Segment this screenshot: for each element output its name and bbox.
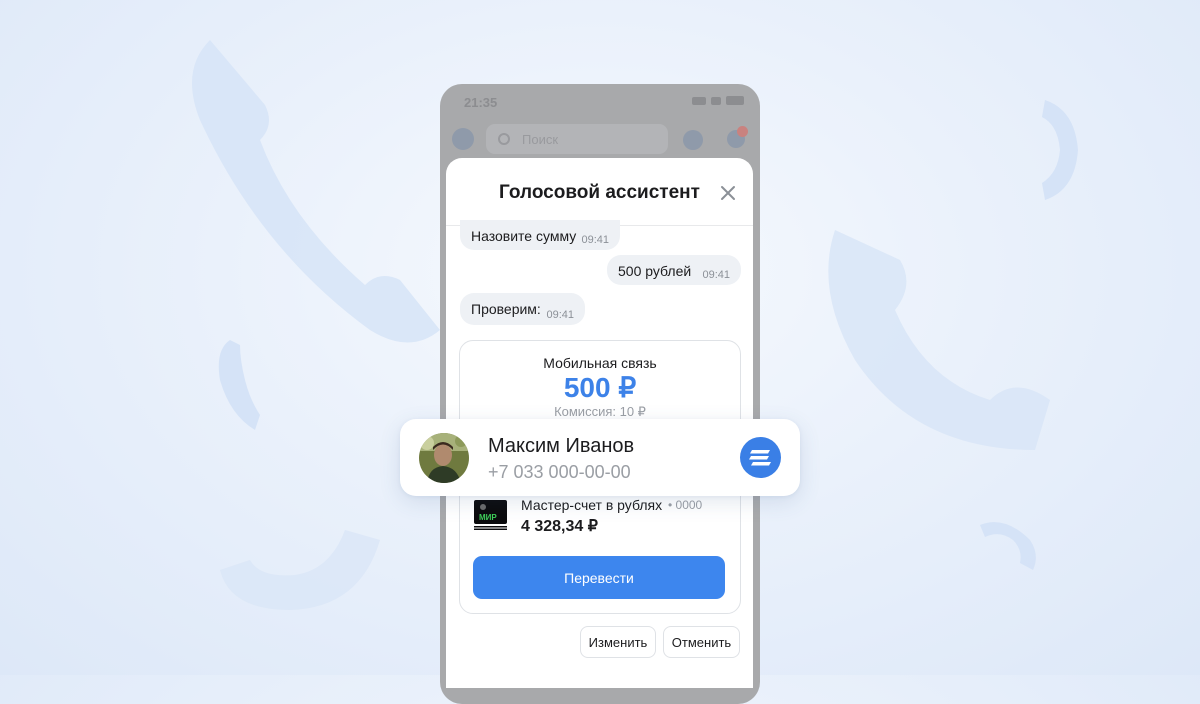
account-name: Мастер-счет в рублях [521, 497, 663, 513]
payment-amount: 500 ₽ [563, 372, 637, 403]
wifi-icon [711, 96, 721, 105]
phone-handset-icon [210, 520, 390, 620]
payment-commission: Комиссия: 10 ₽ [554, 404, 646, 419]
edit-button[interactable]: Изменить [580, 626, 656, 658]
payment-category: Мобильная связь [543, 355, 657, 371]
bank-logo-icon [740, 437, 781, 478]
search-input[interactable]: Поиск [486, 124, 668, 154]
phone-handset-icon [170, 10, 470, 370]
contact-card[interactable]: Максим Иванов +7 033 000-00-00 [400, 419, 800, 496]
profile-avatar-icon[interactable] [452, 128, 474, 150]
search-icon [498, 133, 510, 145]
status-icons [692, 96, 744, 105]
message-text: Назовите сумму [471, 228, 577, 244]
phone-handset-icon [1030, 95, 1090, 205]
gift-icon[interactable] [683, 130, 703, 150]
message-text: 500 рублей [618, 263, 692, 279]
phone-handset-icon [210, 330, 270, 440]
message-text: Проверим: [471, 301, 541, 317]
sheet-title: Голосовой ассистент [499, 182, 700, 203]
chat-message-assistant: Проверим: 09:41 [460, 293, 585, 325]
message-time: 09:41 [702, 269, 730, 281]
account-mask: • 0000 [668, 498, 703, 512]
search-placeholder: Поиск [522, 132, 559, 147]
transfer-button[interactable]: Перевести [473, 556, 725, 599]
phone-handset-icon [975, 515, 1045, 575]
contact-avatar [419, 433, 469, 483]
close-icon [721, 186, 735, 200]
close-button[interactable] [719, 184, 737, 202]
mir-card-icon: МИР [474, 500, 507, 530]
chat-message-user: 500 рублей 09:41 [607, 255, 741, 285]
notification-badge [737, 126, 748, 137]
status-time: 21:35 [464, 95, 498, 110]
cancel-button[interactable]: Отменить [663, 626, 740, 658]
signal-icon [692, 96, 706, 105]
mir-logo-text: МИР [479, 513, 497, 522]
message-time: 09:41 [581, 234, 609, 246]
contact-phone: +7 033 000-00-00 [488, 462, 631, 482]
message-time: 09:41 [546, 309, 574, 321]
contact-name: Максим Иванов [488, 435, 635, 457]
battery-icon [726, 96, 744, 105]
chat-message-assistant: Назовите сумму 09:41 [460, 220, 620, 250]
account-balance: 4 328,34 ₽ [521, 518, 598, 535]
phone-handset-icon [815, 200, 1065, 480]
